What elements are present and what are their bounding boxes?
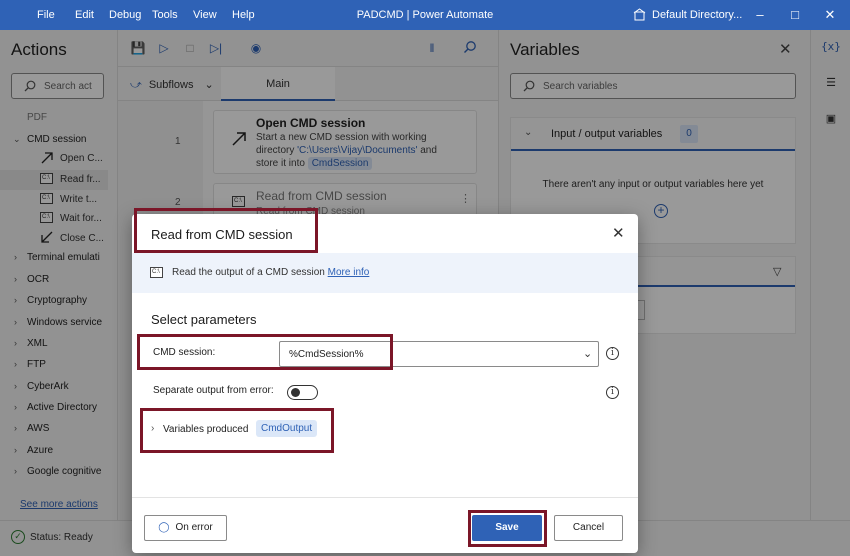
toggle-knob xyxy=(291,388,300,397)
close-icon[interactable]: ✕ xyxy=(612,224,625,242)
title-bar: File Edit Debug Tools View Help PADCMD |… xyxy=(0,0,850,30)
highlight-variables-produced xyxy=(140,408,334,453)
chevron-down-icon[interactable]: ⌄ xyxy=(583,347,592,360)
cancel-button[interactable]: Cancel xyxy=(554,515,623,541)
menu-help[interactable]: Help xyxy=(232,9,255,21)
separate-output-label: Separate output from error: xyxy=(153,385,274,396)
menu-edit[interactable]: Edit xyxy=(75,9,94,21)
more-info-link[interactable]: More info xyxy=(328,267,370,278)
info-description: Read the output of a CMD session xyxy=(172,267,325,278)
environment-icon xyxy=(633,8,646,21)
environment-picker[interactable]: Default Directory... xyxy=(633,8,742,21)
shield-icon: ◯ xyxy=(158,522,170,533)
menu-view[interactable]: View xyxy=(193,9,217,21)
read-from-cmd-dialog: Read from CMD session ✕ C:\ Read the out… xyxy=(132,214,638,553)
menu-debug[interactable]: Debug xyxy=(109,9,141,21)
on-error-label: On error xyxy=(175,522,213,533)
menu-file[interactable]: File xyxy=(37,9,55,21)
dialog-info-bar: C:\ Read the output of a CMD session Mor… xyxy=(132,253,638,293)
highlight-cmd-session xyxy=(137,334,393,370)
separate-output-toggle[interactable] xyxy=(287,385,318,400)
environment-name: Default Directory... xyxy=(652,8,743,21)
on-error-button[interactable]: ◯ On error xyxy=(144,515,227,541)
maximize-icon[interactable]: □ xyxy=(785,6,805,24)
menu-tools[interactable]: Tools xyxy=(152,9,178,21)
dialog-info-text: Read the output of a CMD session More in… xyxy=(172,267,369,278)
info-icon[interactable]: i xyxy=(606,386,619,399)
highlight-dialog-title xyxy=(134,208,318,253)
dialog-divider xyxy=(132,497,638,498)
section-title: Select parameters xyxy=(151,312,257,327)
highlight-save-button xyxy=(468,510,547,547)
minimize-icon[interactable]: – xyxy=(750,6,770,24)
close-window-icon[interactable]: ✕ xyxy=(820,6,840,24)
info-icon[interactable]: i xyxy=(606,347,619,360)
cmd-window-icon: C:\ xyxy=(150,267,163,278)
